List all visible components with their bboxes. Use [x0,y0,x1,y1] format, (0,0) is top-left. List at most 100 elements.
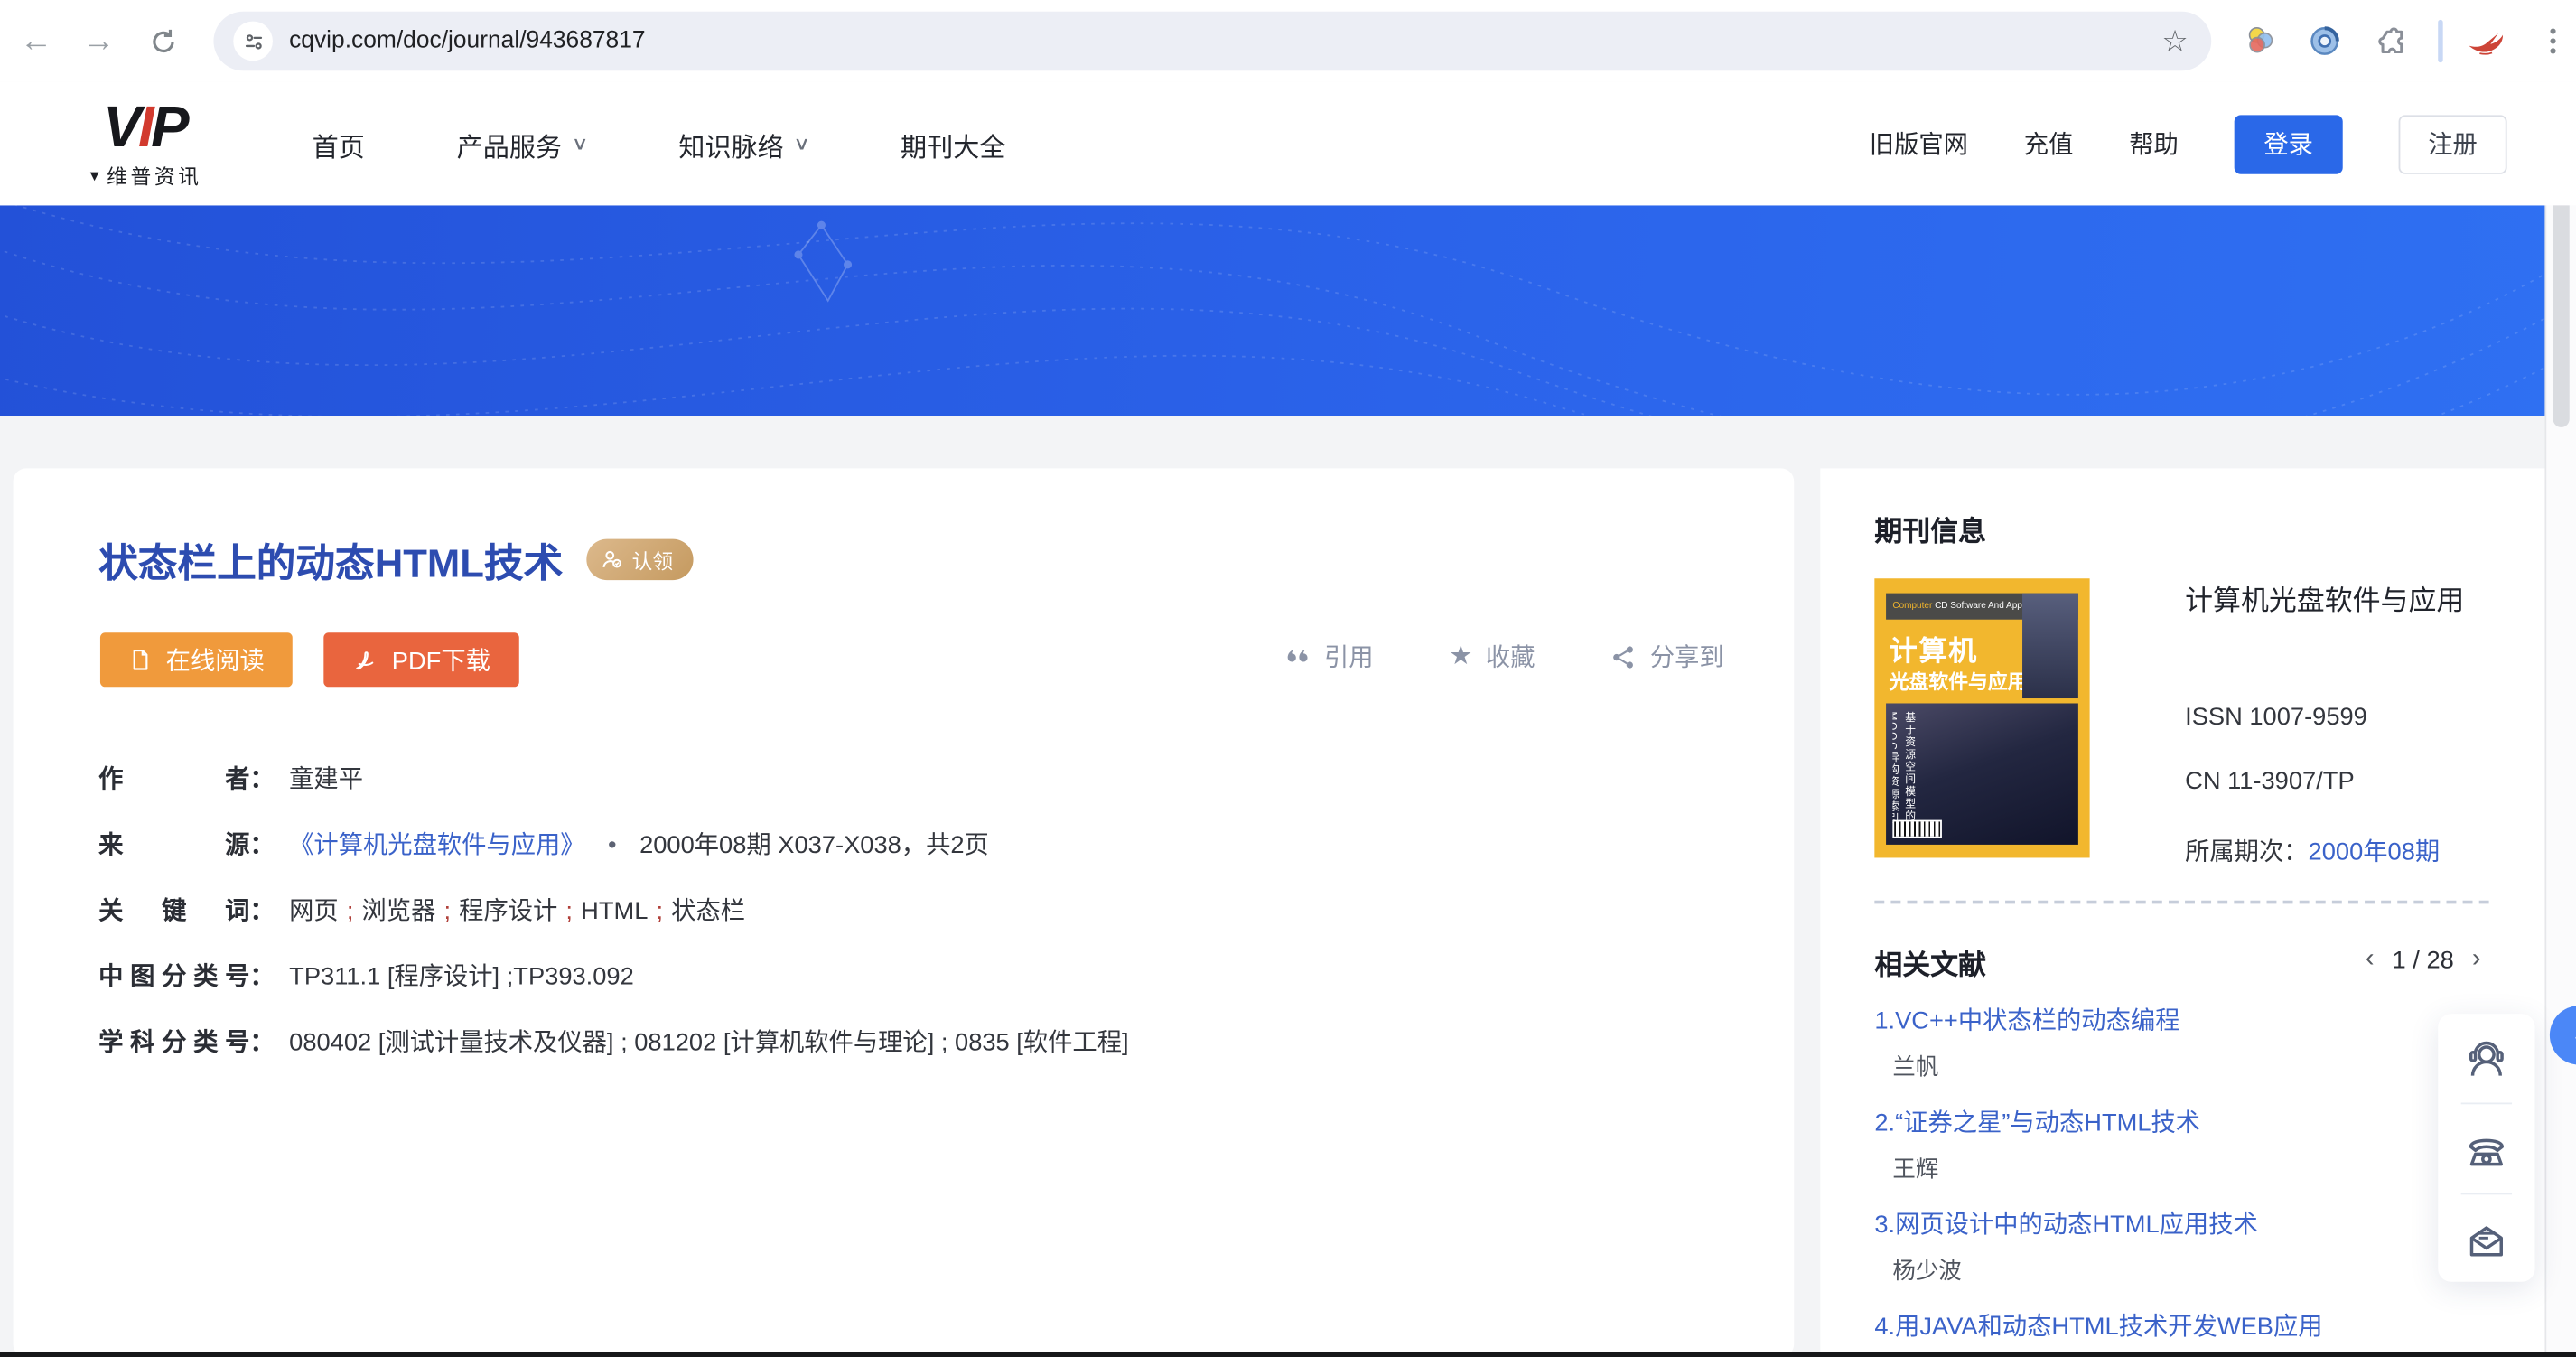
pdf-download-button[interactable]: PDF下载 [323,632,518,687]
main-nav: 首页 产品服务∨ 知识脉络∨ 期刊大全 [313,82,1006,205]
subject-row: 学科分类号： 080402 [测试计量技术及仪器] ; 081202 [计算机软… [98,1024,1725,1062]
issue-link[interactable]: 2000年08期 [2309,838,2441,866]
related-docs-heading: 相关文献 [1874,941,1986,982]
chevron-down-icon: ∨ [572,133,589,154]
person-check-icon [599,547,623,572]
clc-row: 中图分类号： TP311.1 [程序设计] ;TP393.092 [98,958,1725,996]
chevron-down-icon: ∨ [793,133,810,154]
source-issue-pages: 2000年08期 X037-X038，共2页 [639,827,989,865]
article-metadata: 作者： 童建平 来源： 《计算机光盘软件与应用》 • 2000年08期 X037… [98,761,1725,1090]
journal-issn: ISSN 1007-9599 [2185,703,2367,731]
favorite-button[interactable]: ★ 收藏 [1449,640,1535,674]
share-button[interactable]: 分享到 [1610,640,1724,674]
list-item: 3.网页设计中的动态HTML应用技术 杨少波 [1874,1208,2515,1287]
link-recharge[interactable]: 充值 [2024,126,2074,161]
browser-menu-icon[interactable] [2534,22,2573,61]
journal-name: 计算机光盘软件与应用 [2185,576,2464,617]
share-icon [1610,643,1637,669]
reload-icon [147,25,179,57]
related-doc-link[interactable]: 4.用JAVA和动态HTML技术开发WEB应用 [1874,1310,2515,1344]
footer-edge [0,1352,2576,1357]
mail-button[interactable] [2438,1194,2534,1283]
read-online-button[interactable]: 在线阅读 [100,632,293,687]
vip-logo-caption: ▼维普资讯 [66,159,224,191]
source-row: 来源： 《计算机光盘软件与应用》 • 2000年08期 X037-X038，共2… [98,827,1725,865]
address-bar[interactable]: cqvip.com/doc/journal/943687817 ☆ [213,12,2211,70]
related-doc-author: 王辉 [1874,1152,2515,1184]
mail-icon [2464,1217,2508,1261]
nav-item-products[interactable]: 产品服务∨ [457,124,587,164]
keywords-row: 关键词： 网页;浏览器;程序设计;HTML;状态栏 [98,893,1725,931]
banner-decoration [0,205,2576,416]
cover-city-photo: 基于资源空间模型的MOOC异构资源索引方法 [1886,703,2078,844]
list-item: 2.“证券之星”与动态HTML技术 王辉 [1874,1106,2515,1184]
quote-icon [1282,643,1311,669]
nav-item-journals[interactable]: 期刊大全 [901,124,1005,164]
site-info-icon[interactable] [233,22,273,61]
list-item: 1.VC++中状态栏的动态编程 兰帆 [1874,1004,2515,1082]
header-right: 旧版官网 充值 帮助 登录 注册 [1870,82,2507,205]
vip-logo[interactable]: VIP ▼维普资讯 [66,100,224,191]
article-title: 状态栏上的动态HTML技术 [98,530,563,588]
author-row: 作者： 童建平 [98,761,1725,799]
nav-item-home[interactable]: 首页 [313,124,365,164]
browser-back-button[interactable]: ← [14,18,60,64]
keyword: HTML [581,897,648,925]
phone-icon [2464,1127,2508,1171]
list-item: 4.用JAVA和动态HTML技术开发WEB应用 [1874,1310,2515,1344]
dashed-divider [1874,901,2488,904]
journal-cn: CN 11-3907/TP [2185,767,2355,795]
pager-indicator: 1 / 28 [2393,946,2454,974]
phone-button[interactable] [2438,1104,2534,1193]
login-button[interactable]: 登录 [2235,114,2343,173]
link-help[interactable]: 帮助 [2129,126,2179,161]
keyword: 浏览器 [362,897,436,925]
star-icon: ★ [1449,643,1472,669]
claim-badge[interactable]: 认领 [586,539,693,580]
journal-cover[interactable]: Computer CD Software And Applications 计算… [1874,578,2089,857]
source-journal-link[interactable]: 《计算机光盘软件与应用》 [289,827,584,865]
browser-toolbar: ← → cqvip.com/doc/journal/943687817 ☆ [0,0,2576,82]
keyword: 程序设计 [459,897,557,925]
author-value: 童建平 [289,761,363,799]
journal-info-heading: 期刊信息 [1874,508,1986,548]
cite-button[interactable]: 引用 [1282,640,1374,674]
keyword: 网页 [289,897,339,925]
article-actions: 引用 ★ 收藏 分享到 [1282,640,1724,674]
related-doc-author: 杨少波 [1874,1254,2515,1287]
customer-service-icon [2464,1036,2508,1081]
extension-donut-icon[interactable] [2305,22,2345,61]
browser-forward-button[interactable]: → [76,18,122,64]
toolbar-divider [2438,20,2442,62]
vip-logo-text: VIP [66,100,224,156]
nav-item-knowledge[interactable]: 知识脉络∨ [678,124,808,164]
register-button[interactable]: 注册 [2399,114,2507,173]
related-doc-link[interactable]: 1.VC++中状态栏的动态编程 [1874,1004,2515,1038]
related-docs-list: 1.VC++中状态栏的动态编程 兰帆 2.“证券之星”与动态HTML技术 王辉 … [1874,1004,2515,1355]
scrollbar[interactable] [2544,82,2576,1357]
related-doc-link[interactable]: 3.网页设计中的动态HTML应用技术 [1874,1208,2515,1242]
search-banner: 文献检索 主题 ∨ 高级检索» 期刊检索» [0,205,2576,416]
article-card: 状态栏上的动态HTML技术 认领 在线阅读 PDF下载 引用 ★ [14,468,1795,1357]
customer-service-button[interactable] [2438,1014,2534,1102]
extensions-puzzle-icon[interactable] [2372,22,2412,61]
cover-barcode [1892,820,1942,838]
bullet-icon: • [608,827,617,865]
pager-prev-icon[interactable]: ‹ [2366,945,2375,975]
browser-reload-button[interactable] [140,18,186,64]
keyword: 状态栏 [671,897,745,925]
journal-issue-row: 所属期次：2000年08期 [2185,833,2440,867]
related-doc-author: 兰帆 [1874,1050,2515,1082]
pdf-icon [352,647,378,673]
pager-next-icon[interactable]: › [2472,945,2481,975]
profile-avatar[interactable] [2461,22,2517,61]
extension-colorwheel-icon[interactable] [2241,22,2281,61]
clc-value: TP311.1 [程序设计] ;TP393.092 [289,958,634,996]
document-icon [128,648,153,672]
related-doc-link[interactable]: 2.“证券之星”与动态HTML技术 [1874,1106,2515,1140]
url-text[interactable]: cqvip.com/doc/journal/943687817 [289,28,2161,54]
bookmark-star-icon[interactable]: ☆ [2161,23,2188,58]
page: ← → cqvip.com/doc/journal/943687817 ☆ [0,0,2576,1357]
link-old-site[interactable]: 旧版官网 [1870,126,1968,161]
contact-float-panel [2438,1014,2534,1281]
